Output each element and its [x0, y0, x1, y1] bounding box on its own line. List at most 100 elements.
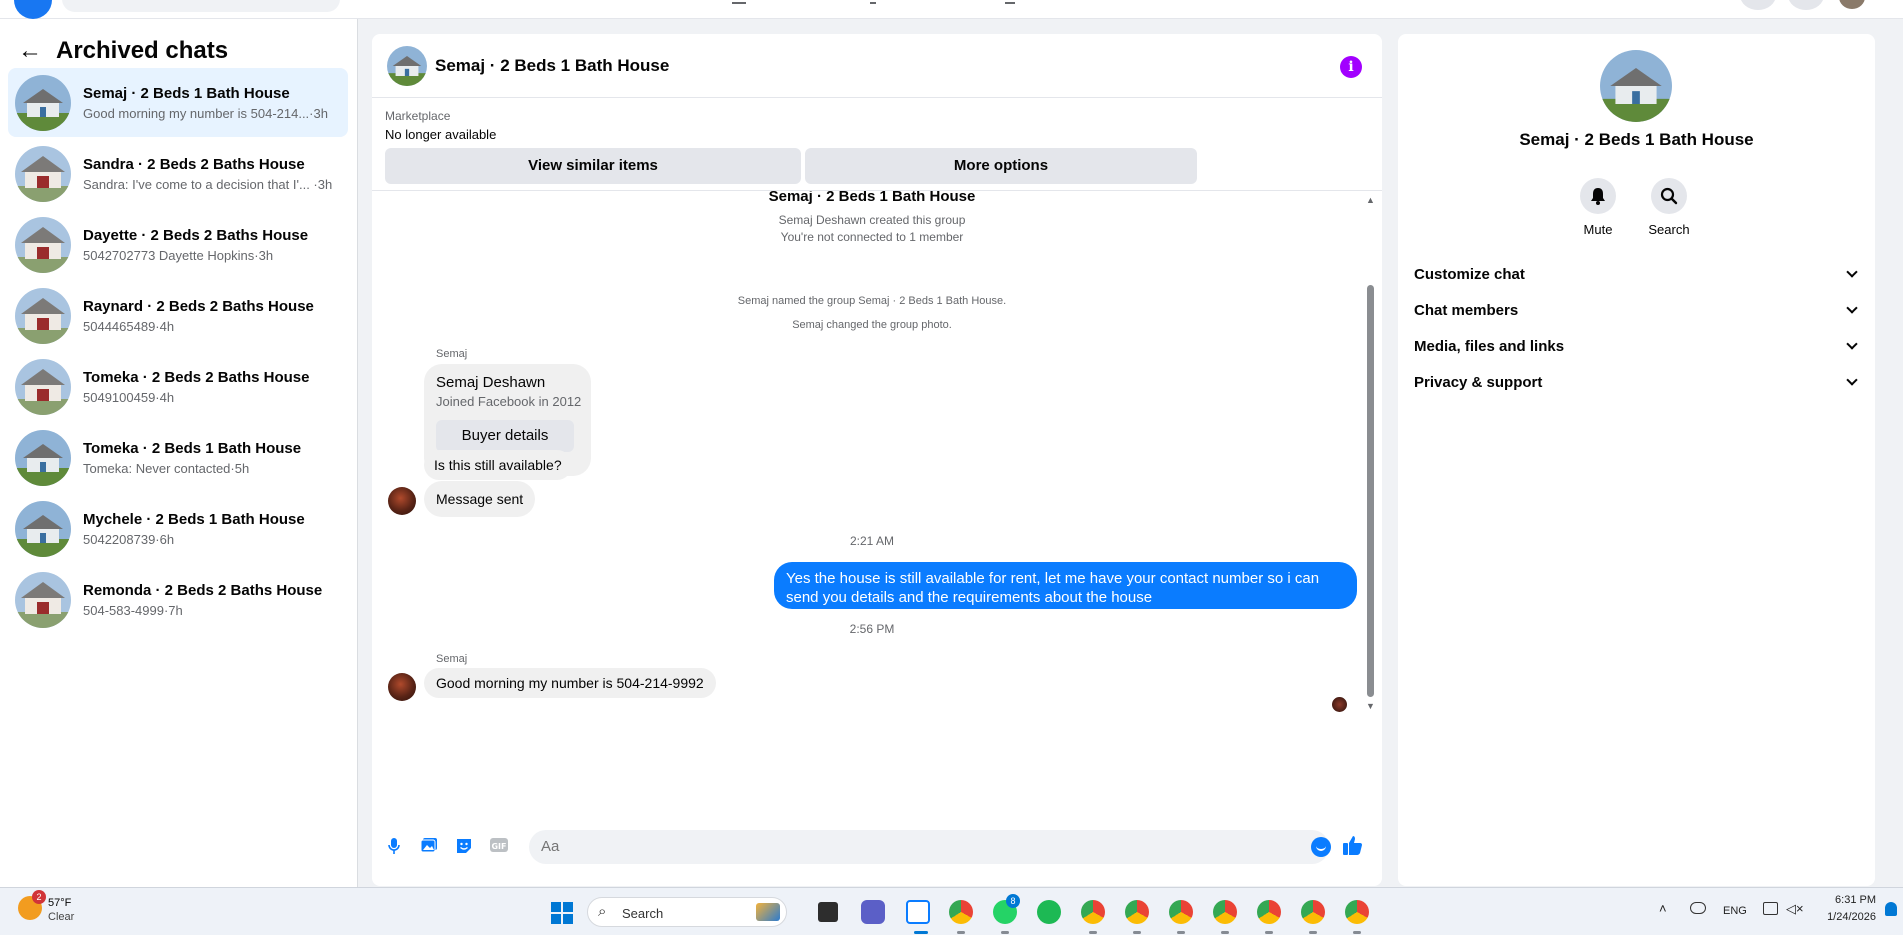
- chat-name: Dayette · 2 Beds 2 Baths House: [83, 226, 309, 244]
- chat-item-raynard[interactable]: Raynard · 2 Beds 2 Baths House 504446548…: [8, 281, 348, 350]
- chat-item-tomeka-2-baths[interactable]: Tomeka · 2 Beds 2 Baths House 5049100459…: [8, 352, 348, 421]
- network-icon[interactable]: [1763, 902, 1778, 915]
- conversation-title[interactable]: Semaj · 2 Beds 1 Bath House: [435, 56, 669, 76]
- task-view-icon[interactable]: [818, 902, 838, 922]
- sender-avatar[interactable]: [388, 673, 416, 701]
- taskbar-search[interactable]: ⌕ Search: [587, 897, 787, 927]
- privacy-support-section[interactable]: Privacy & support: [1414, 364, 1862, 400]
- running-indicator: [1133, 931, 1141, 934]
- notification-bell-icon[interactable]: [1885, 902, 1897, 916]
- video-nav-icon[interactable]: [870, 0, 876, 4]
- speaker-muted-icon[interactable]: ◁×: [1786, 901, 1804, 917]
- incoming-message[interactable]: Message sent: [424, 481, 536, 517]
- chat-item-semaj[interactable]: Semaj · 2 Beds 1 Bath House Good morning…: [8, 68, 348, 137]
- running-indicator: [1177, 931, 1185, 934]
- chat-item-sandra[interactable]: Sandra · 2 Beds 2 Baths House Sandra: I'…: [8, 139, 348, 208]
- conversation-panel: Semaj · 2 Beds 1 Bath House i Marketplac…: [372, 34, 1382, 886]
- svg-text:GIF: GIF: [491, 842, 506, 851]
- microphone-icon[interactable]: [384, 837, 404, 857]
- info-icon[interactable]: i: [1340, 56, 1362, 78]
- temperature: 57°F: [48, 897, 72, 909]
- chrome-profile-icon[interactable]: [1257, 900, 1281, 924]
- outgoing-message[interactable]: Yes the house is still available for ren…: [774, 562, 1357, 609]
- messenger-icon[interactable]: [1788, 0, 1824, 10]
- weather-condition: Clear: [48, 911, 75, 923]
- chat-item-dayette[interactable]: Dayette · 2 Beds 2 Baths House 504270277…: [8, 210, 348, 279]
- search-icon: [1651, 178, 1687, 214]
- sender-avatar[interactable]: [388, 487, 416, 515]
- search-button[interactable]: Search: [1629, 178, 1709, 237]
- clock-date[interactable]: 1/24/2026: [1820, 911, 1876, 923]
- chat-item-remonda[interactable]: Remonda · 2 Beds 2 Baths House 504-583-4…: [8, 565, 348, 634]
- section-label: Media, files and links: [1414, 337, 1565, 355]
- emoji-icon[interactable]: [1311, 837, 1331, 857]
- taskbar-search-label: Search: [622, 906, 664, 921]
- scrollbar[interactable]: [1367, 285, 1374, 697]
- chevron-down-icon: [1846, 374, 1858, 386]
- gif-icon[interactable]: GIF: [489, 837, 509, 857]
- running-indicator: [1221, 931, 1229, 934]
- chrome-profile-icon[interactable]: [1345, 900, 1369, 924]
- media-files-links-section[interactable]: Media, files and links: [1414, 328, 1862, 364]
- back-arrow-icon[interactable]: ←: [18, 39, 44, 63]
- section-label: Chat members: [1414, 301, 1519, 319]
- system-message: Semaj Deshawn created this group: [778, 213, 966, 227]
- view-similar-items-button[interactable]: View similar items: [385, 148, 801, 184]
- chrome-icon[interactable]: [949, 900, 973, 924]
- cloud-offline-icon[interactable]: [1690, 902, 1706, 914]
- scroll-down-arrow-icon[interactable]: ▼: [1366, 701, 1375, 711]
- spotify-icon[interactable]: [1037, 900, 1061, 924]
- chevron-down-icon: [1846, 302, 1858, 314]
- mute-button[interactable]: Mute: [1558, 178, 1638, 237]
- scroll-up-arrow-icon[interactable]: ▲: [1366, 195, 1375, 205]
- weather-widget[interactable]: 2 57°F Clear: [18, 890, 75, 924]
- teams-icon[interactable]: [861, 900, 885, 924]
- weather-sun-icon: 2: [18, 890, 46, 920]
- chrome-profile-icon[interactable]: [1081, 900, 1105, 924]
- whatsapp-icon[interactable]: 8: [993, 894, 1020, 924]
- chat-preview: Sandra: I've come to a decision that I'.…: [83, 176, 333, 192]
- home-nav-icon[interactable]: [732, 0, 746, 4]
- running-indicator: [1265, 931, 1273, 934]
- facebook-search-input[interactable]: [62, 0, 340, 12]
- system-message: Semaj named the group Semaj · 2 Beds 1 B…: [737, 295, 1007, 307]
- chrome-profile-icon[interactable]: [1213, 900, 1237, 924]
- running-indicator: [957, 931, 965, 934]
- thumbs-up-icon[interactable]: [1342, 834, 1366, 858]
- conversation-avatar[interactable]: [387, 45, 427, 86]
- customize-chat-section[interactable]: Customize chat: [1414, 256, 1862, 292]
- snipping-tool-icon[interactable]: [906, 900, 930, 924]
- facebook-logo-icon[interactable]: [14, 0, 52, 19]
- chevron-up-icon[interactable]: ˄: [1659, 901, 1667, 916]
- group-name: Semaj · 2 Beds 1 Bath House: [1519, 130, 1754, 149]
- marketplace-label: Marketplace: [385, 109, 451, 123]
- photo-icon[interactable]: [419, 837, 439, 857]
- clock-time[interactable]: 6:31 PM: [1820, 894, 1876, 906]
- house-photo-avatar: [15, 571, 71, 628]
- message-input-field[interactable]: [541, 838, 1301, 855]
- buyer-details-button[interactable]: Buyer details: [436, 420, 574, 452]
- language-indicator[interactable]: ENG: [1723, 905, 1747, 917]
- more-options-button[interactable]: More options: [805, 148, 1197, 184]
- message-input[interactable]: [529, 830, 1329, 864]
- incoming-message[interactable]: Good morning my number is 504-214-9992: [424, 668, 716, 698]
- profile-avatar[interactable]: [1839, 0, 1865, 9]
- incoming-message[interactable]: Is this still available?: [424, 450, 572, 480]
- groups-nav-icon[interactable]: [1005, 0, 1015, 4]
- chat-members-section[interactable]: Chat members: [1414, 292, 1862, 328]
- chat-name: Tomeka · 2 Beds 2 Baths House: [83, 368, 310, 386]
- chrome-profile-icon[interactable]: [1125, 900, 1149, 924]
- chat-item-tomeka-1-bath[interactable]: Tomeka · 2 Beds 1 Bath House Tomeka: Nev…: [8, 423, 348, 492]
- chat-name: Raynard · 2 Beds 2 Baths House: [83, 297, 314, 315]
- chrome-profile-icon[interactable]: [1169, 900, 1193, 924]
- weather-badge: 2: [32, 890, 46, 904]
- active-app-indicator: [914, 931, 928, 934]
- chat-item-mychele[interactable]: Mychele · 2 Beds 1 Bath House 5042208739…: [8, 494, 348, 563]
- windows-start-icon[interactable]: [551, 902, 573, 924]
- facebook-top-bar: [0, 0, 1903, 19]
- chat-preview: 5049100459·4h: [83, 389, 175, 405]
- group-avatar[interactable]: [1600, 50, 1672, 122]
- chrome-profile-icon[interactable]: [1301, 900, 1325, 924]
- sticker-icon[interactable]: [454, 837, 474, 857]
- menu-grid-icon[interactable]: [1740, 0, 1776, 10]
